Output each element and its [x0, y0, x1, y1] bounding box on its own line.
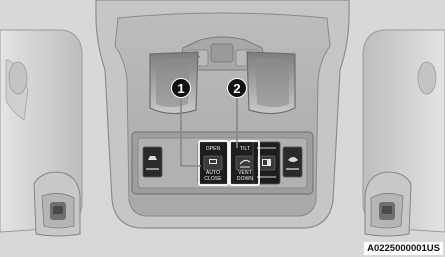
sunroof-close-label: CLOSE: [204, 176, 222, 182]
down-label: DOWN: [236, 176, 254, 182]
tilt-label: TILT: [239, 146, 251, 152]
reading-light-button: [282, 146, 303, 178]
overhead-console-illustration: [0, 0, 445, 257]
figure-code: A0225000001US: [364, 242, 443, 255]
right-grab-handle: [364, 171, 412, 237]
callout-1: 1: [171, 78, 191, 98]
dome-light-button: [142, 146, 163, 178]
callout-2: 2: [227, 78, 247, 98]
right-reading-lamp: [246, 51, 296, 115]
left-grab-handle: [33, 171, 81, 237]
sunroof-open-label: OPEN: [205, 146, 221, 152]
